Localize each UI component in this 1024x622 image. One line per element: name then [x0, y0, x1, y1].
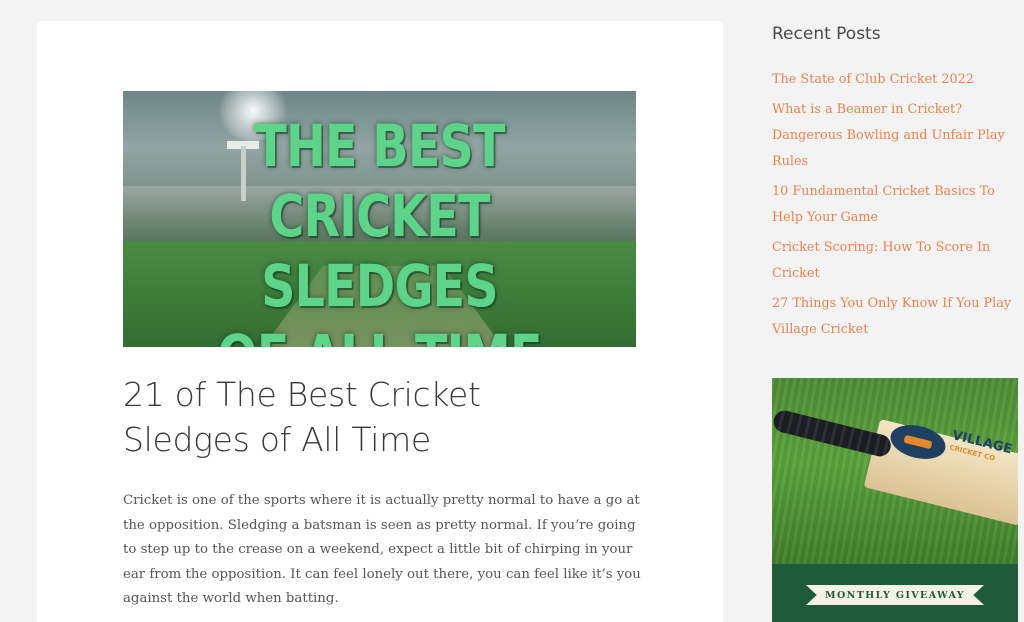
featured-image[interactable]: THE BEST CRICKET SLEDGES OF ALL TIME — [123, 91, 636, 347]
monthly-giveaway-banner[interactable]: VILLAGE CRICKET CO MONTHLY GIVEAWAY — [772, 378, 1018, 622]
recent-posts-list: The State of Club Cricket 2022 What is a… — [772, 67, 1018, 347]
recent-post-item: The State of Club Cricket 2022 — [772, 67, 1018, 93]
recent-post-link-cricket-scoring[interactable]: Cricket Scoring: How To Score In Cricket — [772, 235, 1018, 287]
post-title: 21 of The Best Cricket Sledges of All Ti… — [123, 372, 563, 462]
featured-image-title-line: OF ALL TIME — [169, 321, 590, 347]
post-intro-paragraph: Cricket is one of the sports where it is… — [123, 493, 641, 606]
recent-post-item: 27 Things You Only Know If You Play Vill… — [772, 291, 1018, 343]
post-title-line: Sledges of All Time — [123, 420, 431, 459]
recent-post-link-village-cricket[interactable]: 27 Things You Only Know If You Play Vill… — [772, 291, 1018, 343]
post-title-line: 21 of The Best Cricket — [123, 375, 481, 414]
giveaway-ribbon: MONTHLY GIVEAWAY — [806, 585, 984, 605]
recent-post-item: What is a Beamer in Cricket? Dangerous B… — [772, 97, 1018, 175]
featured-image-title: THE BEST CRICKET SLEDGES OF ALL TIME — [169, 111, 590, 347]
recent-post-link-cricket-basics[interactable]: 10 Fundamental Cricket Basics To Help Yo… — [772, 179, 1018, 231]
recent-post-item: 10 Fundamental Cricket Basics To Help Yo… — [772, 179, 1018, 231]
recent-post-link-beamer[interactable]: What is a Beamer in Cricket? Dangerous B… — [772, 97, 1018, 175]
recent-post-link-state-of-club-cricket[interactable]: The State of Club Cricket 2022 — [772, 67, 1018, 93]
featured-image-title-line: THE BEST — [254, 112, 505, 180]
recent-posts-heading: Recent Posts — [772, 24, 881, 44]
recent-post-item: Cricket Scoring: How To Score In Cricket — [772, 235, 1018, 287]
featured-image-title-line: CRICKET SLEDGES — [261, 182, 498, 320]
